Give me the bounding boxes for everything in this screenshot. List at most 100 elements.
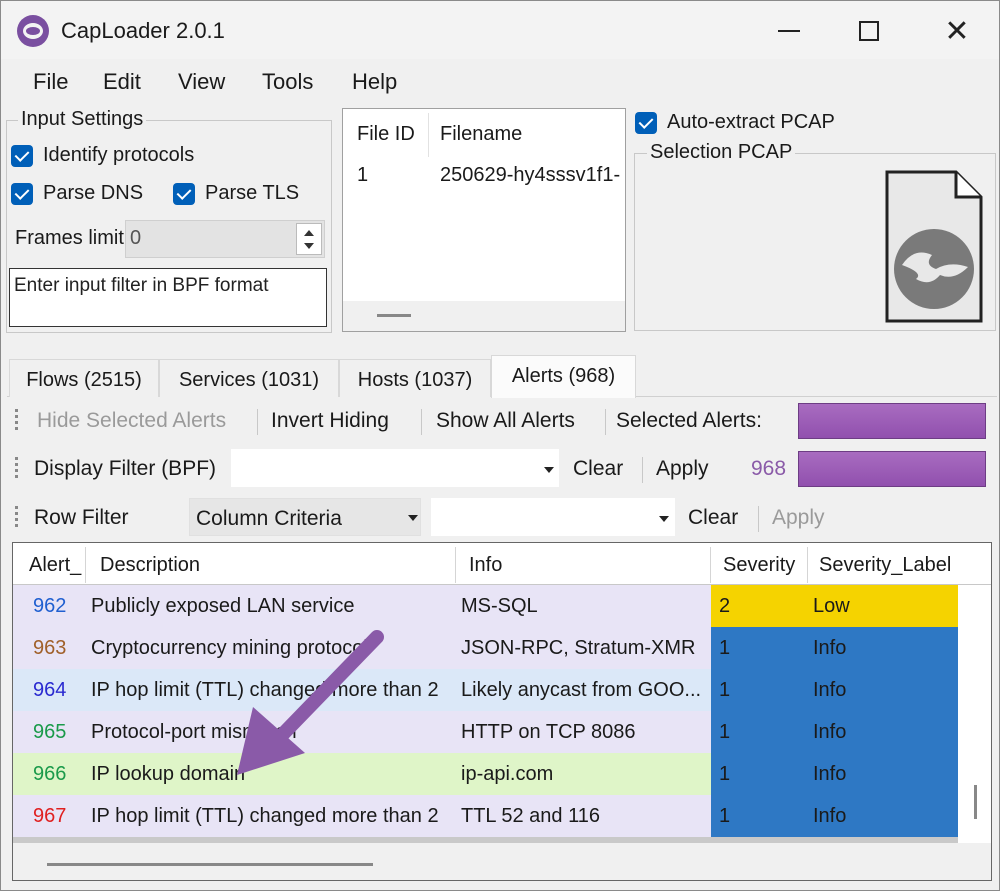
table-row[interactable]: 963 Cryptocurrency mining protocol JSON-RP… xyxy=(13,627,958,669)
checkmark-icon xyxy=(11,144,33,167)
column-divider[interactable] xyxy=(85,547,86,583)
spin-buttons[interactable] xyxy=(296,223,322,255)
alert-id-cell[interactable]: 962 xyxy=(33,595,93,618)
severity-column-header[interactable]: Severity xyxy=(723,554,795,577)
grid-vscrollbar[interactable] xyxy=(961,585,991,839)
table-row[interactable]: 966 IP lookup domain ip-api.com 1 Info xyxy=(13,753,958,795)
severity-label-cell[interactable]: Info xyxy=(813,763,953,786)
file-id-cell[interactable]: 1 xyxy=(357,164,368,187)
frames-limit-stepper[interactable]: 0 xyxy=(125,220,325,258)
severity-label-cell[interactable]: Info xyxy=(813,637,953,660)
column-criteria-select[interactable]: Column Criteria xyxy=(189,498,421,536)
identify-protocols-checkbox[interactable]: Identify protocols xyxy=(11,144,194,167)
chevron-down-icon[interactable] xyxy=(408,515,418,521)
column-divider[interactable] xyxy=(455,547,456,583)
table-row[interactable]: 967 IP hop limit (TTL) changed more than … xyxy=(13,795,958,837)
severity-cell[interactable]: 1 xyxy=(719,805,799,828)
alert-id-cell[interactable]: 965 xyxy=(33,721,93,744)
parse-tls-checkbox[interactable]: Parse TLS xyxy=(173,182,299,205)
scroll-thumb[interactable] xyxy=(974,785,977,819)
table-row[interactable]: 964 IP hop limit (TTL) changed more than … xyxy=(13,669,958,711)
severity-cell[interactable]: 1 xyxy=(719,637,799,660)
info-cell[interactable]: Likely anycast from GOO... xyxy=(461,679,707,702)
file-list-hscrollbar[interactable] xyxy=(343,301,625,331)
info-cell[interactable]: MS-SQL xyxy=(461,595,707,618)
file-list[interactable]: File ID Filename 1 250629-hy4sssv1f1- xyxy=(342,108,626,332)
description-cell[interactable]: IP hop limit (TTL) changed more than 2 xyxy=(91,805,451,828)
parse-dns-checkbox[interactable]: Parse DNS xyxy=(11,182,143,205)
tab-services[interactable]: Services (1031) xyxy=(159,359,339,397)
description-cell[interactable]: Protocol-port mismatch xyxy=(91,721,451,744)
description-cell[interactable]: Cryptocurrency mining protocol xyxy=(91,637,451,660)
severity-label-cell[interactable]: Info xyxy=(813,805,953,828)
display-filter-clear-button[interactable]: Clear xyxy=(573,457,623,481)
menu-file[interactable]: File xyxy=(33,69,68,95)
frames-limit-value: 0 xyxy=(130,227,142,249)
auto-extract-checkbox[interactable]: Auto-extract PCAP xyxy=(635,111,835,134)
info-cell[interactable]: HTTP on TCP 8086 xyxy=(461,721,707,744)
table-row[interactable]: 965 Protocol-port mismatch HTTP on TCP 808… xyxy=(13,711,958,753)
filename-cell[interactable]: 250629-hy4sssv1f1- xyxy=(440,164,626,187)
scroll-thumb[interactable] xyxy=(377,314,411,317)
tab-flows[interactable]: Flows (2515) xyxy=(9,359,159,397)
show-all-alerts-button[interactable]: Show All Alerts xyxy=(436,409,575,433)
severity-cell[interactable]: 1 xyxy=(719,721,799,744)
tab-alerts[interactable]: Alerts (968) xyxy=(491,355,636,398)
chevron-down-icon[interactable] xyxy=(544,467,554,473)
description-column-header[interactable]: Description xyxy=(100,554,200,577)
column-divider[interactable] xyxy=(710,547,711,583)
alerts-grid[interactable]: Alert_ Description Info Severity Severit… xyxy=(12,542,992,881)
spin-down-icon[interactable] xyxy=(304,243,314,249)
scroll-thumb[interactable] xyxy=(47,863,373,866)
menu-tools[interactable]: Tools xyxy=(262,69,313,95)
pcap-file-icon[interactable] xyxy=(884,169,984,324)
description-cell[interactable]: IP hop limit (TTL) changed more than 2 xyxy=(91,679,451,702)
bpf-input-field[interactable]: Enter input filter in BPF format xyxy=(9,268,327,327)
close-button[interactable]: ✕ xyxy=(927,9,987,53)
display-filter-input[interactable] xyxy=(231,449,559,487)
severity-cell[interactable]: 2 xyxy=(719,595,799,618)
severity-cell[interactable]: 1 xyxy=(719,763,799,786)
severity-cell[interactable]: 1 xyxy=(719,679,799,702)
row-filter-input[interactable] xyxy=(431,498,675,536)
menu-help[interactable]: Help xyxy=(352,69,397,95)
file-id-header[interactable]: File ID xyxy=(357,123,415,146)
column-divider[interactable] xyxy=(807,547,808,583)
info-cell[interactable]: JSON-RPC, Stratum-XMR xyxy=(461,637,707,660)
severity-label-cell[interactable]: Info xyxy=(813,721,953,744)
alert-id-cell[interactable]: 964 xyxy=(33,679,93,702)
chevron-down-icon[interactable] xyxy=(659,516,669,522)
alert-id-cell[interactable]: 963 xyxy=(33,637,93,660)
row-filter-apply-button[interactable]: Apply xyxy=(772,506,825,530)
info-cell[interactable]: TTL 52 and 116 xyxy=(461,805,707,828)
toolbar-grip[interactable] xyxy=(15,506,18,530)
alert-id-column-header[interactable]: Alert_ xyxy=(29,554,81,577)
menu-view[interactable]: View xyxy=(178,69,225,95)
severity-label-cell[interactable]: Info xyxy=(813,679,953,702)
row-filter-toolbar: Row Filter Column Criteria Clear Apply xyxy=(11,496,995,540)
parse-dns-label: Parse DNS xyxy=(43,182,144,204)
filename-header[interactable]: Filename xyxy=(440,123,522,146)
grid-hscrollbar[interactable] xyxy=(13,843,991,880)
tab-hosts[interactable]: Hosts (1037) xyxy=(339,359,491,397)
maximize-button[interactable] xyxy=(839,9,899,53)
minimize-button[interactable] xyxy=(759,9,819,53)
table-row[interactable]: 962 Publicly exposed LAN service MS-SQL 2 Lo… xyxy=(13,585,958,627)
hide-selected-alerts-button[interactable]: Hide Selected Alerts xyxy=(37,409,226,433)
minimize-icon xyxy=(778,30,800,32)
description-cell[interactable]: IP lookup domain xyxy=(91,763,451,786)
info-cell[interactable]: ip-api.com xyxy=(461,763,707,786)
toolbar-grip[interactable] xyxy=(15,457,18,481)
description-cell[interactable]: Publicly exposed LAN service xyxy=(91,595,451,618)
menu-edit[interactable]: Edit xyxy=(103,69,141,95)
toolbar-grip[interactable] xyxy=(15,409,18,433)
alert-id-cell[interactable]: 967 xyxy=(33,805,93,828)
invert-hiding-button[interactable]: Invert Hiding xyxy=(271,409,389,433)
spin-up-icon[interactable] xyxy=(304,230,314,236)
alert-id-cell[interactable]: 966 xyxy=(33,763,93,786)
row-filter-clear-button[interactable]: Clear xyxy=(688,506,738,530)
severity-label-cell[interactable]: Low xyxy=(813,595,953,618)
display-filter-apply-button[interactable]: Apply xyxy=(656,457,709,481)
info-column-header[interactable]: Info xyxy=(469,554,502,577)
severity-label-column-header[interactable]: Severity_Label xyxy=(819,554,951,577)
